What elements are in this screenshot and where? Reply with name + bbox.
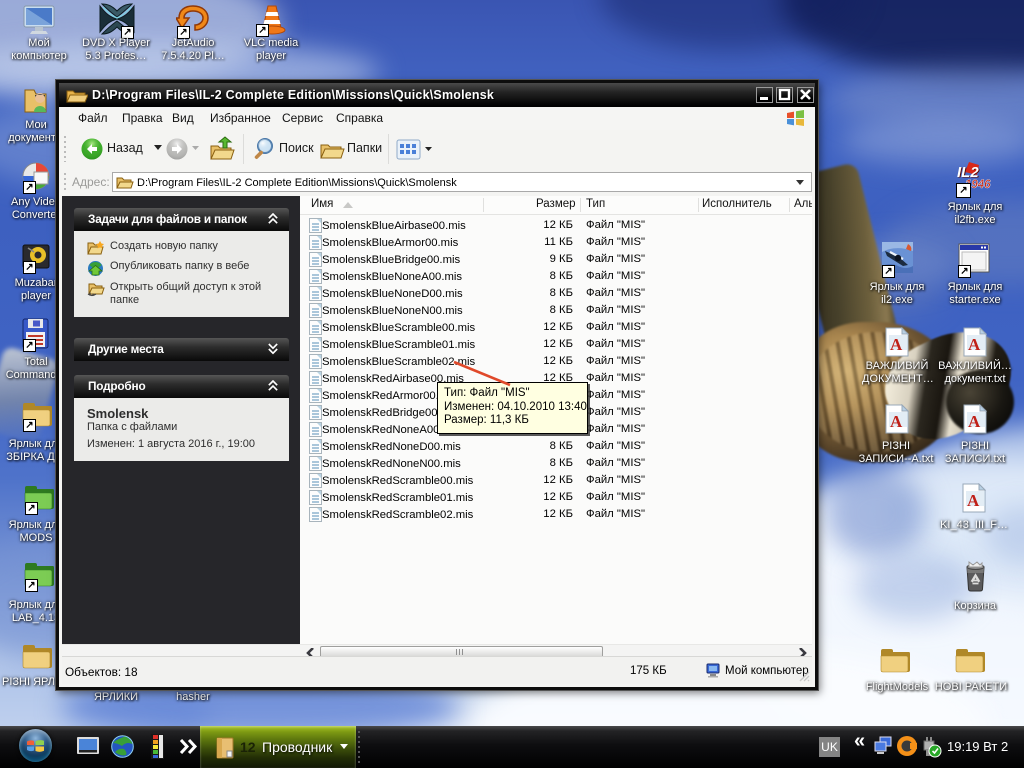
svg-text:A: A: [890, 412, 903, 431]
svg-text:A: A: [968, 412, 981, 431]
svg-text:A: A: [968, 335, 981, 354]
svg-text:A: A: [967, 491, 980, 510]
svg-text:A: A: [890, 335, 903, 354]
